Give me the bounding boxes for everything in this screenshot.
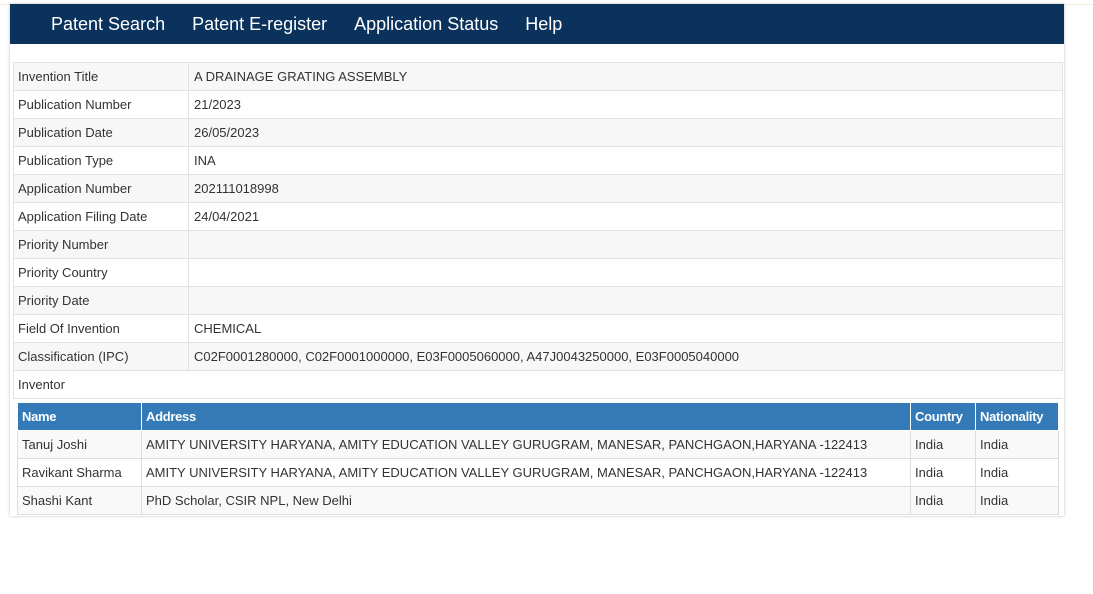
detail-value: 24/04/2021 [188,202,1063,231]
detail-row-application-number: Application Number 202111018998 [13,174,1063,203]
detail-value: CHEMICAL [188,314,1063,343]
table-row: Shashi Kant PhD Scholar, CSIR NPL, New D… [17,486,1059,515]
header-address: Address [141,403,911,431]
header-country: Country [910,403,976,431]
inventor-name: Shashi Kant [17,486,142,515]
detail-row-invention-title: Invention Title A DRAINAGE GRATING ASSEM… [13,62,1063,91]
detail-row-publication-date: Publication Date 26/05/2023 [13,118,1063,147]
inventor-section-label: Inventor [13,370,1063,399]
detail-label: Application Number [13,174,189,203]
application-details-table: Invention Title A DRAINAGE GRATING ASSEM… [13,62,1063,399]
page-frame: Patent Search Patent E-register Applicat… [10,4,1064,516]
inventor-address: AMITY UNIVERSITY HARYANA, AMITY EDUCATIO… [141,458,911,487]
inventor-nationality: India [975,430,1059,459]
detail-row-priority-country: Priority Country [13,258,1063,287]
table-row: Tanuj Joshi AMITY UNIVERSITY HARYANA, AM… [17,430,1059,459]
detail-value: INA [188,146,1063,175]
detail-value: 26/05/2023 [188,118,1063,147]
inventor-nationality: India [975,486,1059,515]
detail-label: Classification (IPC) [13,342,189,371]
table-row: Ravikant Sharma AMITY UNIVERSITY HARYANA… [17,458,1059,487]
nav-application-status-link[interactable]: Application Status [354,14,498,35]
header-nationality: Nationality [975,403,1059,431]
inventor-country: India [910,430,976,459]
inventor-nationality: India [975,458,1059,487]
inventor-table-wrapper: Name Address Country Nationality Tanuj J… [10,399,1064,515]
detail-row-field-of-invention: Field Of Invention CHEMICAL [13,314,1063,343]
detail-label: Publication Number [13,90,189,119]
detail-label: Priority Number [13,230,189,259]
detail-label: Priority Country [13,258,189,287]
nav-patent-e-register-link[interactable]: Patent E-register [192,14,327,35]
detail-label: Publication Date [13,118,189,147]
detail-row-application-filing-date: Application Filing Date 24/04/2021 [13,202,1063,231]
inventor-name: Ravikant Sharma [17,458,142,487]
inventor-table: Name Address Country Nationality Tanuj J… [17,403,1059,515]
inventor-country: India [910,486,976,515]
detail-value: 202111018998 [188,174,1063,203]
nav-help-link[interactable]: Help [525,14,562,35]
detail-row-classification-ipc: Classification (IPC) C02F0001280000, C02… [13,342,1063,371]
detail-value: A DRAINAGE GRATING ASSEMBLY [188,62,1063,91]
detail-value: C02F0001280000, C02F0001000000, E03F0005… [188,342,1063,371]
detail-row-inventor: Inventor [13,370,1063,399]
detail-value: 21/2023 [188,90,1063,119]
inventor-address: AMITY UNIVERSITY HARYANA, AMITY EDUCATIO… [141,430,911,459]
detail-value [188,230,1063,259]
detail-row-priority-date: Priority Date [13,286,1063,315]
header-name: Name [17,403,142,431]
inventor-address: PhD Scholar, CSIR NPL, New Delhi [141,486,911,515]
detail-label: Priority Date [13,286,189,315]
inventor-name: Tanuj Joshi [17,430,142,459]
detail-label: Application Filing Date [13,202,189,231]
inventor-table-header: Name Address Country Nationality [17,403,1059,431]
top-navbar: Patent Search Patent E-register Applicat… [10,4,1064,44]
detail-value [188,258,1063,287]
detail-row-priority-number: Priority Number [13,230,1063,259]
detail-label: Publication Type [13,146,189,175]
detail-label: Field Of Invention [13,314,189,343]
nav-patent-search-link[interactable]: Patent Search [51,14,165,35]
detail-label: Invention Title [13,62,189,91]
detail-row-publication-type: Publication Type INA [13,146,1063,175]
detail-value [188,286,1063,315]
inventor-country: India [910,458,976,487]
detail-row-publication-number: Publication Number 21/2023 [13,90,1063,119]
